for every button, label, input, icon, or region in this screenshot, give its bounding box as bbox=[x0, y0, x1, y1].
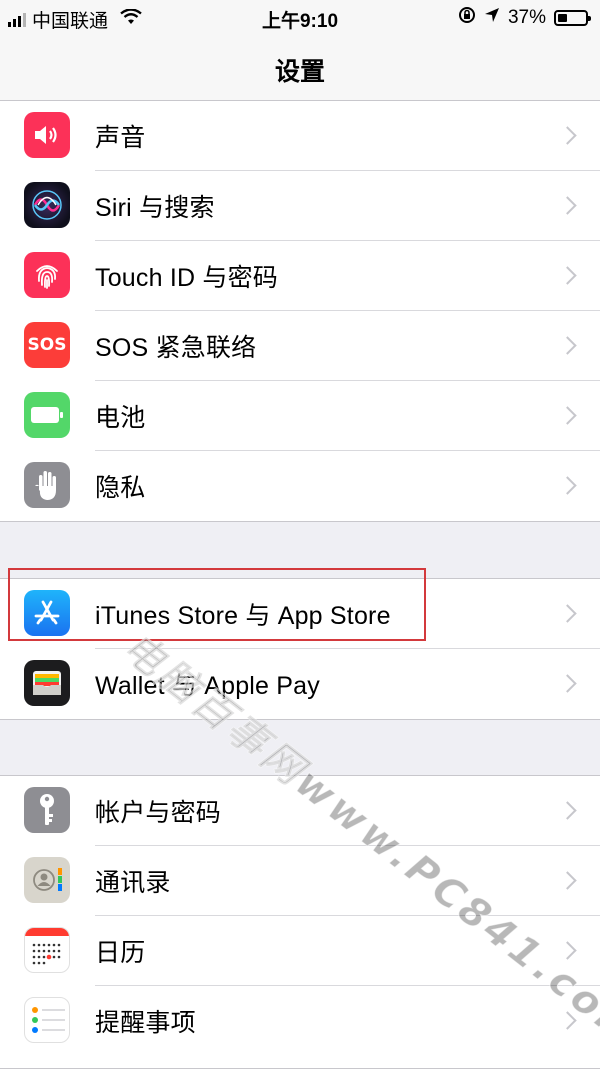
settings-row-label: 通讯录 bbox=[95, 869, 171, 897]
settings-row-reminders[interactable]: 提醒事项 bbox=[0, 986, 600, 1056]
settings-row-label: 隐私 bbox=[95, 474, 146, 502]
settings-row-wallet[interactable]: Wallet 与 Apple Pay bbox=[0, 649, 600, 719]
orientation-lock-icon bbox=[458, 6, 476, 30]
settings-group-2: iTunes Store 与 App Store Wallet 与 Apple … bbox=[0, 578, 600, 720]
settings-row-siri[interactable]: Siri 与搜索 bbox=[0, 171, 600, 241]
settings-row-label: SOS 紧急联络 bbox=[95, 334, 257, 362]
settings-row-label: Siri 与搜索 bbox=[95, 194, 215, 222]
chevron-right-icon bbox=[558, 871, 577, 890]
key-icon bbox=[24, 787, 70, 833]
chevron-right-icon bbox=[558, 476, 577, 495]
chevron-right-icon bbox=[558, 266, 577, 285]
settings-row-label: 声音 bbox=[95, 124, 146, 152]
speaker-icon bbox=[24, 112, 70, 158]
chevron-right-icon bbox=[558, 674, 577, 693]
chevron-right-icon bbox=[558, 336, 577, 355]
contacts-icon bbox=[24, 857, 70, 903]
hand-icon bbox=[24, 462, 70, 508]
top-bar: 中国联通 上午9:10 37% 设置 bbox=[0, 0, 600, 104]
reminders-icon bbox=[24, 997, 70, 1043]
settings-row-label: 电池 bbox=[95, 404, 146, 432]
chevron-right-icon bbox=[558, 801, 577, 820]
sos-icon-text: SOS bbox=[27, 335, 67, 355]
battery-setting-icon bbox=[24, 392, 70, 438]
settings-row-sos[interactable]: SOS SOS 紧急联络 bbox=[0, 311, 600, 381]
page-title: 设置 bbox=[274, 58, 325, 86]
chevron-right-icon bbox=[558, 604, 577, 623]
settings-row-itunes-app-store[interactable]: iTunes Store 与 App Store bbox=[0, 579, 600, 649]
settings-row-sound[interactable]: 声音 bbox=[0, 101, 600, 171]
sos-icon: SOS bbox=[24, 322, 70, 368]
calendar-icon bbox=[24, 927, 70, 973]
app-store-icon bbox=[24, 590, 70, 636]
fingerprint-icon bbox=[24, 252, 70, 298]
settings-row-privacy[interactable]: 隐私 bbox=[0, 451, 600, 521]
battery-percent: 37% bbox=[507, 7, 546, 28]
chevron-right-icon bbox=[558, 196, 577, 215]
settings-row-touch-id[interactable]: Touch ID 与密码 bbox=[0, 241, 600, 311]
chevron-right-icon bbox=[558, 126, 577, 145]
settings-row-battery[interactable]: 电池 bbox=[0, 381, 600, 451]
settings-group-1: 声音 Siri 与搜索 Touch ID 与密码 SOS SOS 紧急联络 电池 bbox=[0, 100, 600, 522]
settings-row-label: 日历 bbox=[95, 939, 146, 967]
wallet-icon bbox=[24, 660, 70, 706]
status-bar: 中国联通 上午9:10 37% bbox=[0, 0, 600, 34]
settings-row-label: 提醒事项 bbox=[95, 1009, 196, 1037]
settings-row-label: 帐户与密码 bbox=[95, 799, 222, 827]
chevron-right-icon bbox=[558, 406, 577, 425]
siri-icon bbox=[24, 182, 70, 228]
battery-icon bbox=[554, 10, 591, 26]
settings-row-label: Touch ID 与密码 bbox=[95, 264, 279, 292]
location-arrow-icon bbox=[484, 7, 500, 29]
